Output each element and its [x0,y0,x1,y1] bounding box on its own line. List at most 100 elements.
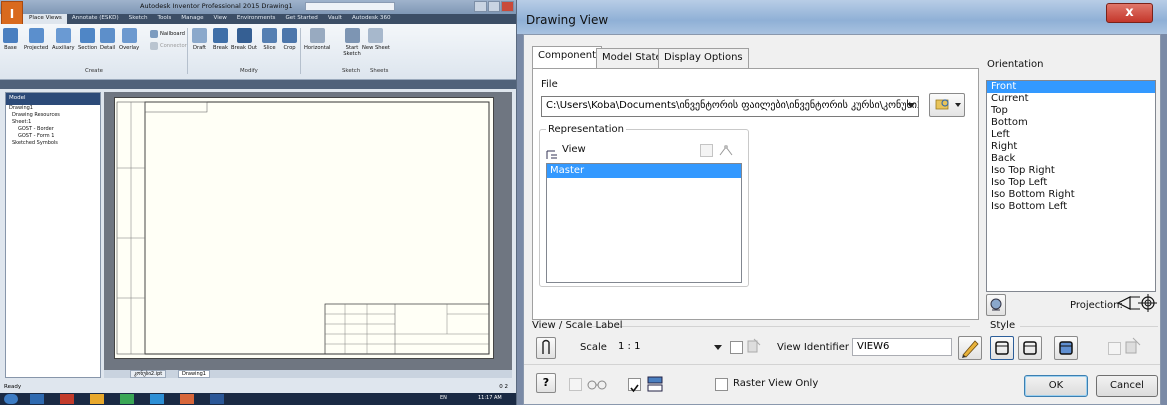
orientation-item-right[interactable]: Right [987,141,1155,153]
detail-view-button[interactable]: Detail [100,28,115,51]
orientation-item-iso-top-left[interactable]: Iso Top Left [987,177,1155,189]
auxiliary-view-button[interactable]: Auxiliary [52,28,75,51]
maximize-button[interactable] [487,1,501,12]
edit-in-place-checkbox[interactable] [628,378,641,393]
orientation-item-front[interactable]: Front [987,81,1155,93]
base-view-button[interactable]: Base [3,28,18,51]
dialog-titlebar[interactable]: Drawing View x [517,0,1167,34]
close-button[interactable] [501,1,515,12]
projection-type-icon[interactable] [1116,292,1158,314]
tab-display-options[interactable]: Display Options [658,48,749,68]
crop-icon [282,28,297,43]
browser-header[interactable]: Model [6,93,100,105]
orientation-item-current[interactable]: Current [987,93,1155,105]
dialog-title: Drawing View [526,13,609,27]
nailboard-button[interactable]: Nailboard [150,30,185,38]
tree-item-sketched-symbols[interactable]: Sketched Symbols [6,140,100,147]
doc-tab-drawing[interactable]: Drawing1 [178,370,210,378]
style-shaded-button[interactable] [1054,336,1078,360]
minimize-button[interactable] [474,1,487,12]
taskbar-app-icon[interactable] [30,394,44,404]
start-button[interactable] [4,394,18,404]
tab-annotate[interactable]: Annotate (ESKD) [67,14,124,24]
horizontal-button[interactable]: Horizontal [304,28,331,51]
quick-access-bar [0,80,516,89]
tab-autodesk-360[interactable]: Autodesk 360 [347,14,396,24]
orientation-item-top[interactable]: Top [987,105,1155,117]
tab-place-views[interactable]: Place Views [24,14,67,24]
detail-view-icon [100,28,116,43]
tree-item-sheet[interactable]: Sheet:1 [6,119,100,126]
orientation-item-iso-bottom-right[interactable]: Iso Bottom Right [987,189,1155,201]
connector-button[interactable]: Connector [150,42,187,50]
taskbar-app-icon[interactable] [120,394,134,404]
orientation-item-bottom[interactable]: Bottom [987,117,1155,129]
tab-environments[interactable]: Environments [232,14,281,24]
new-sheet-button[interactable]: New Sheet [362,28,390,51]
start-sketch-button[interactable]: Start Sketch [340,28,364,57]
style-hidden-line-button[interactable] [990,336,1014,360]
taskbar-app-icon[interactable] [180,394,194,404]
orientation-item-iso-top-right[interactable]: Iso Top Right [987,165,1155,177]
help-button[interactable]: ? [536,373,556,393]
create-options-checkbox[interactable] [569,378,582,391]
section-view-icon [80,28,96,43]
taskbar-app-icon[interactable] [90,394,104,404]
projected-view-button[interactable]: Projected [24,28,48,51]
taskbar-app-icon[interactable] [210,394,224,404]
open-existing-file-button[interactable] [929,93,965,117]
edit-view-label-button[interactable] [536,337,556,359]
connector-icon [150,42,158,50]
raster-view-only-checkbox[interactable] [715,378,728,391]
toggle-label-visibility-checkbox[interactable] [730,341,743,354]
style-hidden-line-removed-button[interactable] [1018,336,1042,360]
tree-item-drawing1[interactable]: Drawing1 [6,105,100,112]
edit-view-label-text-button[interactable] [958,336,982,360]
slice-button[interactable]: Slice [262,28,277,51]
view-identifier-input[interactable]: VIEW6 [852,338,952,356]
tree-item-drawing-resources[interactable]: Drawing Resources [6,112,100,119]
help-search-input[interactable] [305,2,395,11]
tab-vault[interactable]: Vault [323,14,347,24]
tree-item-border[interactable]: GOST - Border [6,126,100,133]
ribbon-group-modify: Modify [240,68,258,74]
orientation-list[interactable]: Front Current Top Bottom Left Right Back… [986,80,1156,292]
drawing-canvas[interactable] [104,92,512,370]
tab-get-started[interactable]: Get Started [280,14,322,24]
tab-manage[interactable]: Manage [176,14,208,24]
cancel-button[interactable]: Cancel [1096,375,1158,397]
clock[interactable]: 11:17 AM [478,395,502,401]
style-from-base-checkbox[interactable] [1108,342,1121,355]
orientation-item-left[interactable]: Left [987,129,1155,141]
section-view-button[interactable]: Section [78,28,97,51]
overlay-view-button[interactable]: Overlay [119,28,139,51]
file-label: File [541,79,558,90]
file-combo[interactable]: C:\Users\Koba\Documents\ინვენტორის ფაილე… [541,96,919,117]
windows-taskbar: EN 11:17 AM [0,393,516,405]
taskbar-app-icon[interactable] [60,394,74,404]
glasses-icon [586,375,608,393]
break-out-button[interactable]: Break Out [231,28,257,51]
tab-tools[interactable]: Tools [153,14,177,24]
close-button[interactable]: x [1106,3,1153,23]
tab-view[interactable]: View [209,14,232,24]
tree-item-title-block[interactable]: GOST - Form 1 [6,133,100,140]
break-button[interactable]: Break [213,28,228,51]
crop-button[interactable]: Crop [282,28,297,51]
orientation-item-iso-bottom-left[interactable]: Iso Bottom Left [987,201,1155,213]
keyboard-language[interactable]: EN [440,395,447,401]
representation-list[interactable]: Master [546,163,742,283]
view-boundary-icon [646,375,664,393]
draft-view-button[interactable]: Draft [192,28,207,51]
taskbar-app-icon[interactable] [150,394,164,404]
tab-component[interactable]: Component [532,46,603,69]
change-view-orientation-button[interactable] [986,294,1006,316]
orientation-item-back[interactable]: Back [987,153,1155,165]
tab-sketch[interactable]: Sketch [124,14,153,24]
doc-tab-part[interactable]: კონუსი2.ipt [130,370,167,378]
tab-model-state[interactable]: Model State [596,48,668,68]
list-item-master[interactable]: Master [547,164,741,178]
scale-combo[interactable]: 1 : 1 [614,339,726,357]
ok-button[interactable]: OK [1024,375,1088,397]
associative-checkbox[interactable] [700,144,713,157]
